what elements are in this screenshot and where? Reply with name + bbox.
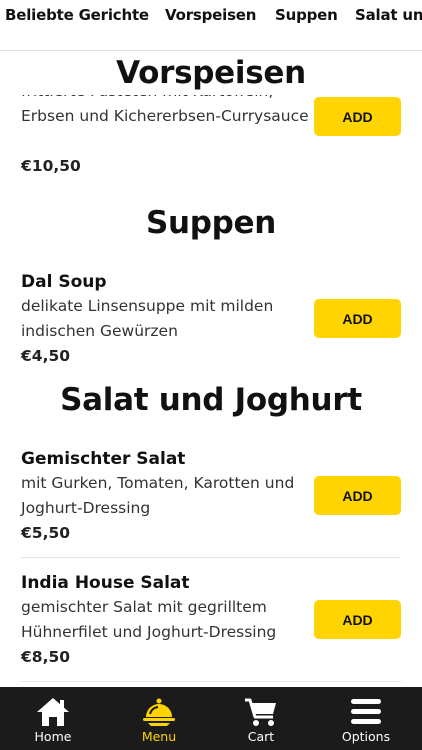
nav-options[interactable]: Options: [313, 687, 419, 750]
menu-item-vorspeisen: frittierte Pasteten mit Kartoffeln, Erbs…: [21, 95, 401, 178]
category-tab-bar: Beliebte Gerichte Vorspeisen Suppen Sala…: [0, 0, 422, 51]
add-button[interactable]: ADD: [314, 97, 401, 136]
nav-home[interactable]: Home: [0, 687, 106, 750]
menu-item-dal-soup: Dal Soup delikate Linsensuppe mit milden…: [21, 270, 401, 368]
item-divider: [21, 681, 401, 682]
item-description: frittierte Pasteten mit Kartoffeln, Erbs…: [21, 95, 309, 125]
bottom-navigation: Home Menu Cart Options: [0, 687, 422, 750]
item-name: Gemischter Salat: [21, 449, 186, 469]
nav-home-label: Home: [34, 729, 72, 744]
cart-icon: [245, 698, 276, 726]
item-price: €4,50: [21, 347, 71, 365]
menu-item-gemischter-salat: Gemischter Salat mit Gurken, Tomaten, Ka…: [21, 447, 401, 545]
menu-icon: [351, 699, 381, 724]
nav-menu-label: Menu: [141, 729, 177, 744]
item-description: mit Gurken, Tomaten, Karotten und Joghur…: [21, 474, 295, 517]
section-title-vorspeisen: Vorspeisen: [116, 55, 306, 91]
tab-suppen[interactable]: Suppen: [275, 6, 338, 24]
home-icon: [37, 698, 69, 726]
section-title-suppen: Suppen: [145, 205, 277, 241]
item-divider: [21, 557, 401, 558]
item-price: €10,50: [21, 157, 81, 175]
add-button[interactable]: ADD: [314, 476, 401, 515]
nav-options-label: Options: [341, 729, 391, 744]
menu-list[interactable]: Vorspeisen frittierte Pasteten mit Karto…: [0, 51, 422, 687]
tab-beliebte-gerichte[interactable]: Beliebte Gerichte: [5, 6, 149, 24]
add-button[interactable]: ADD: [314, 600, 401, 639]
tab-salat-und-joghurt[interactable]: Salat und Joghurt: [355, 6, 422, 24]
item-price: €5,50: [21, 524, 71, 542]
nav-cart[interactable]: Cart: [208, 687, 314, 750]
item-description: gemischter Salat mit gegrilltem Hühnerfi…: [21, 598, 277, 641]
menu-item-india-house-salat: India House Salat gemischter Salat mit g…: [21, 571, 401, 669]
section-title-salat-und-joghurt: Salat und Joghurt: [60, 382, 362, 418]
nav-menu[interactable]: Menu: [106, 687, 212, 750]
item-name: Dal Soup: [21, 272, 107, 292]
item-price: €8,50: [21, 648, 71, 666]
add-button[interactable]: ADD: [314, 299, 401, 338]
cloche-icon: [143, 698, 175, 726]
item-name: India House Salat: [21, 573, 190, 593]
item-description: delikate Linsensuppe mit milden indische…: [21, 297, 274, 340]
nav-cart-label: Cart: [247, 729, 275, 744]
tab-vorspeisen[interactable]: Vorspeisen: [165, 6, 256, 24]
